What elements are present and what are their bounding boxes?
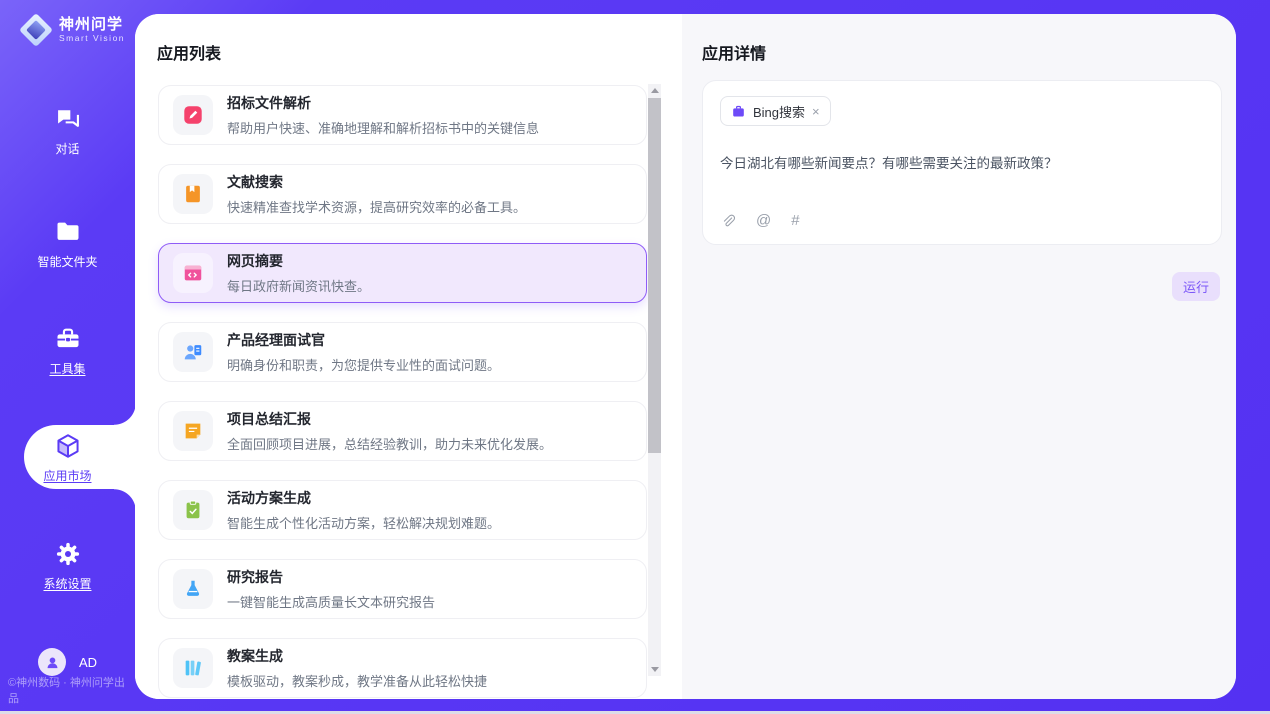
sidebar-item-label: 系统设置 [43,575,91,592]
briefcase-icon [731,104,746,119]
sidebar-item-toolset[interactable]: 工具集 [0,325,135,377]
avatar [38,648,66,676]
run-button[interactable]: 运行 [1172,272,1220,301]
scrollbar-thumb[interactable] [648,98,661,453]
note-icon [173,411,213,451]
input-toolbar: @ # [720,212,1204,229]
app-title: 活动方案生成 [227,488,500,508]
scroll-down-icon[interactable] [651,667,659,672]
app-title: 文献搜索 [227,172,526,192]
app-title: 研究报告 [227,567,435,587]
brand-subtitle: Smart Vision [59,34,125,43]
app-description: 帮助用户快速、准确地理解和解析招标书中的关键信息 [227,118,539,137]
app-description: 模板驱动，教案秒成，教学准备从此轻松快捷 [227,671,487,690]
app-item-research-report[interactable]: 研究报告 一键智能生成高质量长文本研究报告 [158,559,647,619]
sidebar-item-label: 工具集 [49,360,85,377]
edit-square-icon [173,95,213,135]
tag-close-icon[interactable]: × [812,105,820,118]
app-list-title: 应用列表 [157,40,221,64]
app-title: 网页摘要 [227,251,370,271]
app-item-bid-analysis[interactable]: 招标文件解析 帮助用户快速、准确地理解和解析招标书中的关键信息 [158,85,647,145]
sidebar-item-app-market[interactable]: 应用市场 [0,432,135,484]
app-item-web-summary[interactable]: 网页摘要 每日政府新闻资讯快查。 [158,243,647,303]
browser-code-icon [173,253,213,293]
tool-tag-bing-search[interactable]: Bing搜索 × [720,96,831,126]
book-icon [173,174,213,214]
app-description: 明确身份和职责，为您提供专业性的面试问题。 [227,355,500,374]
sidebar: 神州问学 Smart Vision 对话 智能文件夹 工具集 应用市场 系统设置 [0,0,135,714]
app-description: 每日政府新闻资讯快查。 [227,276,370,295]
toolbox-icon [54,325,82,353]
app-item-pm-interviewer[interactable]: 产品经理面试官 明确身份和职责，为您提供专业性的面试问题。 [158,322,647,382]
sidebar-item-label: 对话 [55,140,79,157]
copyright-text: ©神州数码 · 神州问学出品 [8,674,135,706]
gear-icon [54,540,82,568]
brand-name: 神州问学 [59,17,125,34]
interviewer-icon [173,332,213,372]
chat-icon [54,105,82,133]
brand-diamond-icon [20,14,52,46]
mention-icon[interactable]: @ [756,212,771,229]
app-description: 一键智能生成高质量长文本研究报告 [227,592,435,611]
app-item-lesson-plan[interactable]: 教案生成 模板驱动，教案秒成，教学准备从此轻松快捷 [158,638,647,698]
app-detail-title: 应用详情 [702,40,766,64]
person-icon [44,654,61,671]
sidebar-item-smart-folder[interactable]: 智能文件夹 [0,218,135,270]
main-content-card: 应用列表 招标文件解析 帮助用户快速、准确地理解和解析招标书中的关键信息 文献搜… [135,14,1236,699]
brand-logo: 神州问学 Smart Vision [20,14,125,46]
app-description: 快速精准查找学术资源，提高研究效率的必备工具。 [227,197,526,216]
app-title: 教案生成 [227,646,487,666]
app-list-panel: 应用列表 招标文件解析 帮助用户快速、准确地理解和解析招标书中的关键信息 文献搜… [135,14,682,699]
scroll-up-icon[interactable] [651,88,659,93]
user-account[interactable]: AD [38,648,97,676]
sidebar-item-chat[interactable]: 对话 [0,105,135,157]
cube-icon [54,432,82,460]
books-icon [173,648,213,688]
app-list-scrollbar[interactable] [648,84,661,676]
folder-icon [54,218,82,246]
app-list: 招标文件解析 帮助用户快速、准确地理解和解析招标书中的关键信息 文献搜索 快速精… [158,85,647,699]
flask-icon [173,569,213,609]
sidebar-item-settings[interactable]: 系统设置 [0,540,135,592]
app-title: 招标文件解析 [227,93,539,113]
app-item-event-plan[interactable]: 活动方案生成 智能生成个性化活动方案，轻松解决规划难题。 [158,480,647,540]
app-title: 项目总结汇报 [227,409,552,429]
app-description: 智能生成个性化活动方案，轻松解决规划难题。 [227,513,500,532]
app-title: 产品经理面试官 [227,330,500,350]
clipboard-check-icon [173,490,213,530]
user-name: AD [79,655,97,670]
query-text[interactable]: 今日湖北有哪些新闻要点？有哪些需要关注的最新政策？ [720,152,1204,172]
sidebar-item-label: 智能文件夹 [37,253,97,270]
tool-tag-label: Bing搜索 [753,102,805,121]
app-item-literature-search[interactable]: 文献搜索 快速精准查找学术资源，提高研究效率的必备工具。 [158,164,647,224]
sidebar-item-label: 应用市场 [43,467,91,484]
app-description: 全面回顾项目进展，总结经验教训，助力未来优化发展。 [227,434,552,453]
attachment-icon[interactable] [720,213,736,229]
hash-icon[interactable]: # [791,212,799,229]
app-detail-panel: 应用详情 Bing搜索 × 今日湖北有哪些新闻要点？有哪些需要关注的最新政策？ … [682,14,1236,699]
query-input-card[interactable]: Bing搜索 × 今日湖北有哪些新闻要点？有哪些需要关注的最新政策？ @ # [702,80,1222,245]
app-item-project-summary[interactable]: 项目总结汇报 全面回顾项目进展，总结经验教训，助力未来优化发展。 [158,401,647,461]
